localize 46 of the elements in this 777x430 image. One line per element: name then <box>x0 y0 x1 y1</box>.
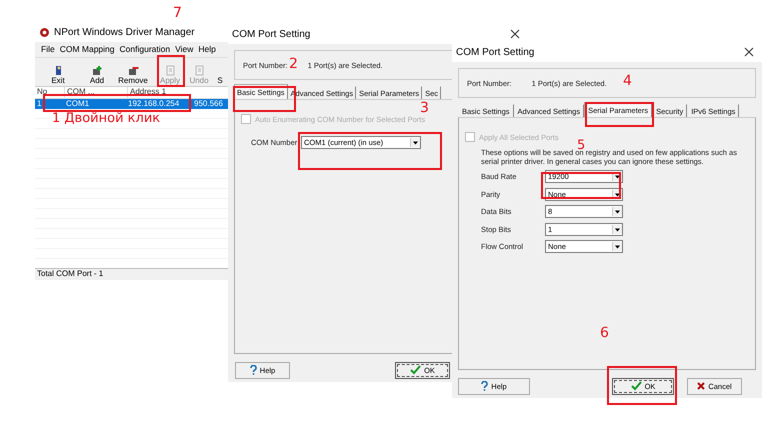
annotation-label: 4 <box>623 74 632 88</box>
menu-item[interactable]: File <box>41 44 55 55</box>
caret-icon <box>612 224 622 234</box>
close-button[interactable] <box>742 45 756 59</box>
list-row[interactable]: 1 COM1 192.168.0.254 950.566 <box>35 99 230 109</box>
app-icon <box>39 26 50 38</box>
menu-item[interactable]: COM Mapping <box>60 44 115 55</box>
status-bar: Total COM Port - 1 <box>35 268 230 280</box>
caret-icon <box>612 207 622 216</box>
document-icon <box>164 65 176 76</box>
cross-icon <box>697 382 706 390</box>
highlight-frame <box>607 366 677 405</box>
menu-item[interactable]: Configuration <box>120 44 170 55</box>
table-cell-text: 1 <box>36 99 42 109</box>
add-icon <box>92 65 102 76</box>
window-title: COM Port Setting <box>456 46 536 58</box>
toolbar-button[interactable]: Add <box>81 65 113 85</box>
caret-icon <box>410 138 420 148</box>
toolbar-button[interactable]: S <box>211 76 229 85</box>
close-button[interactable] <box>508 27 522 41</box>
column-header[interactable]: No <box>35 87 65 98</box>
remove-icon <box>128 65 138 76</box>
annotation-label: 5 <box>577 139 586 152</box>
menu-item[interactable]: Help <box>198 44 216 55</box>
annotation-label: 7 <box>173 6 182 20</box>
window-title: COM Port Setting <box>232 28 312 40</box>
help-icon <box>481 381 488 391</box>
checkmark-icon <box>410 365 422 375</box>
annotation-label: 1 Двойной клик <box>52 112 160 125</box>
window-title: NPort Windows Driver Manager <box>54 26 196 38</box>
highlight-frame <box>157 55 185 87</box>
document-icon <box>194 65 204 76</box>
table-cell-text: COM1 <box>65 99 90 109</box>
toolbar-button[interactable]: Exit <box>35 65 81 85</box>
toolbar-button[interactable]: Remove <box>113 65 153 85</box>
table-cell-text: 192.168.0.254 <box>127 99 180 109</box>
checkmark-icon <box>630 381 642 391</box>
caret-icon <box>612 242 622 252</box>
table-cell-text: 950.566 <box>193 99 224 109</box>
annotation-label: 2 <box>289 57 298 71</box>
annotation-label: 6 <box>600 326 609 340</box>
column-header[interactable]: COM ... <box>65 87 128 98</box>
highlight-frame <box>585 102 654 127</box>
help-icon <box>250 365 257 375</box>
menu-item[interactable]: View <box>175 44 194 55</box>
annotation-label: 3 <box>420 101 429 115</box>
